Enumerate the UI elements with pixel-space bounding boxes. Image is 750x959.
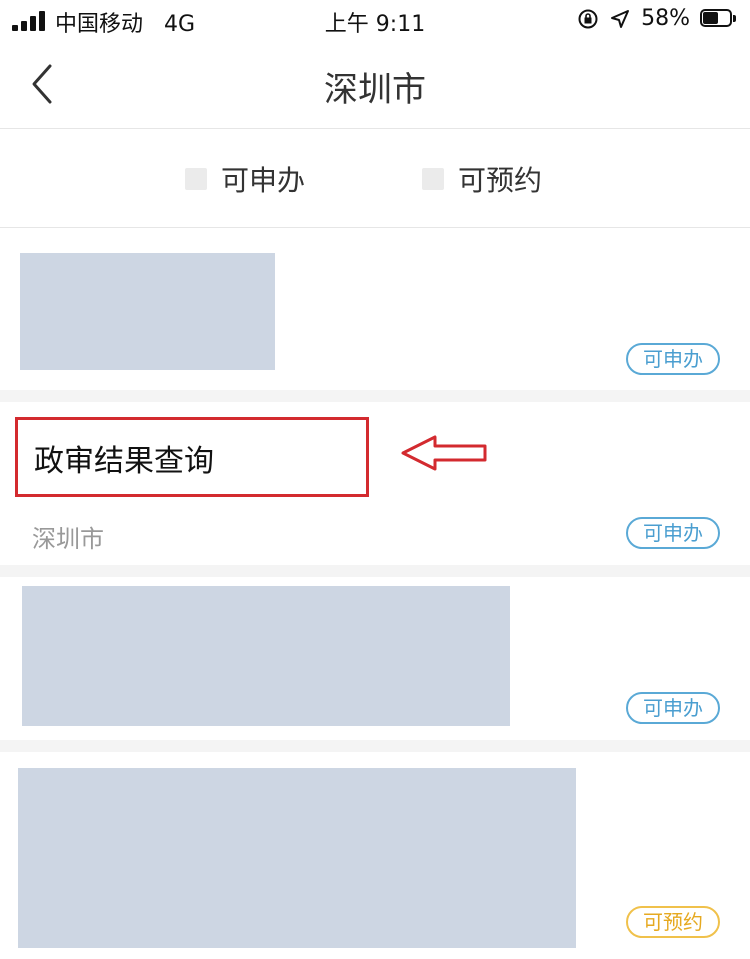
filter-bar: 可申办 可预约 (0, 129, 750, 228)
redacted-content (20, 253, 275, 370)
highlight-annotation (15, 417, 369, 497)
battery-icon (700, 8, 738, 29)
status-bar: 中国移动 4G 上午 9:11 58% (0, 0, 750, 40)
filter-can-book[interactable]: 可预约 (422, 159, 542, 199)
checkbox[interactable] (422, 168, 444, 190)
redacted-content (18, 768, 576, 948)
status-badge: 可预约 (626, 906, 720, 938)
page-title: 深圳市 (324, 70, 426, 110)
service-card[interactable]: 可申办 (0, 228, 750, 390)
service-card[interactable]: 可预约 (0, 752, 750, 959)
card-divider (0, 740, 750, 752)
filter-label: 可申办 (221, 164, 306, 197)
status-right: 58% (577, 6, 738, 31)
service-region: 深圳市 (32, 525, 104, 553)
location-arrow-icon (611, 9, 630, 28)
redacted-content (22, 586, 510, 726)
service-card[interactable]: 可申办 (0, 577, 750, 740)
status-badge: 可申办 (626, 692, 720, 724)
checkbox[interactable] (185, 168, 207, 190)
card-divider (0, 390, 750, 402)
arrow-left-icon (401, 435, 487, 471)
rotation-lock-icon (578, 9, 598, 28)
navigation-bar: 深圳市 (0, 40, 750, 129)
battery-percent: 58% (641, 6, 690, 31)
card-divider (0, 565, 750, 577)
status-badge: 可申办 (626, 343, 720, 375)
filter-label: 可预约 (458, 164, 543, 197)
filter-can-apply[interactable]: 可申办 (185, 159, 305, 199)
status-badge: 可申办 (626, 517, 720, 549)
